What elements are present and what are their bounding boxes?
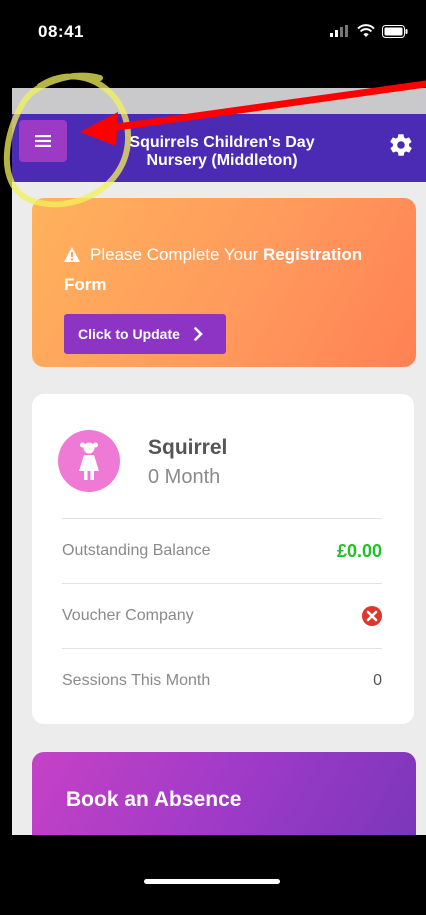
child-avatar xyxy=(58,430,120,492)
nursery-title-line1: Squirrels Children's Day xyxy=(129,134,315,151)
battery-icon xyxy=(382,24,408,38)
sessions-this-month-row: Sessions This Month 0 xyxy=(62,648,382,713)
signal-icon xyxy=(330,25,348,37)
main-content: Please Complete Your Registration Form C… xyxy=(12,182,426,835)
notice-text-suffix: Form xyxy=(64,275,107,294)
child-card[interactable]: Squirrel 0 Month Outstanding Balance £0.… xyxy=(32,394,414,724)
wifi-icon xyxy=(357,24,375,37)
book-absence-title: Book an Absence xyxy=(66,788,242,811)
voucher-company-label: Voucher Company xyxy=(62,607,194,624)
registration-notice-text: Please Complete Your Registration Form xyxy=(64,240,394,300)
click-to-update-label: Click to Update xyxy=(78,326,180,342)
error-icon xyxy=(362,606,382,626)
sessions-this-month-value: 0 xyxy=(373,672,382,689)
child-name: Squirrel xyxy=(148,436,228,459)
status-time: 08:41 xyxy=(38,22,84,41)
outstanding-balance-row: Outstanding Balance £0.00 xyxy=(62,518,382,583)
nursery-title: Squirrels Children's Day Nursery (Middle… xyxy=(92,134,352,170)
nursery-title-line2: Nursery (Middleton) xyxy=(146,152,298,169)
app-header: Squirrels Children's Day Nursery (Middle… xyxy=(12,114,426,182)
sessions-this-month-label: Sessions This Month xyxy=(62,672,211,689)
home-indicator xyxy=(144,879,280,884)
chevron-right-icon xyxy=(194,327,203,341)
voucher-company-row: Voucher Company xyxy=(62,583,382,648)
girl-icon xyxy=(79,442,99,480)
book-absence-card[interactable]: Book an Absence xyxy=(32,752,416,835)
menu-button[interactable] xyxy=(19,120,67,162)
notice-text-prefix: Please Complete Your xyxy=(90,245,263,264)
status-icons xyxy=(330,24,408,38)
click-to-update-button[interactable]: Click to Update xyxy=(64,314,226,354)
notice-text-bold: Registration xyxy=(262,245,363,264)
gear-icon[interactable] xyxy=(388,132,414,158)
registration-notice-card: Please Complete Your Registration Form C… xyxy=(32,198,416,367)
warning-icon xyxy=(64,247,80,262)
hamburger-icon xyxy=(35,135,51,147)
top-strip xyxy=(12,88,426,114)
child-age: 0 Month xyxy=(148,466,221,488)
outstanding-balance-value: £0.00 xyxy=(336,540,382,561)
status-bar: 08:41 xyxy=(0,0,426,88)
outstanding-balance-label: Outstanding Balance xyxy=(62,542,211,559)
